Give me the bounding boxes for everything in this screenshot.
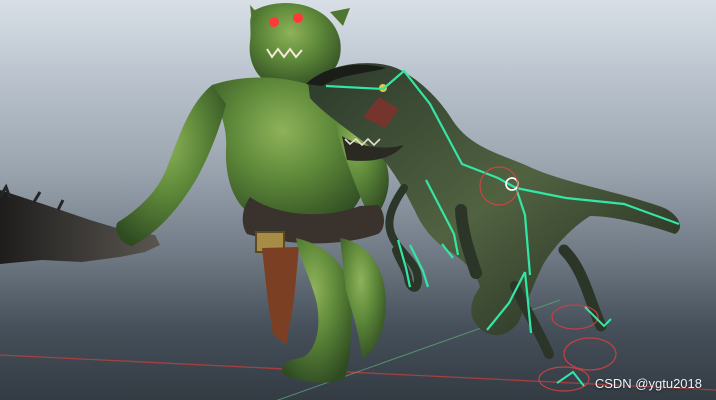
scene-canvas[interactable] [0,0,716,400]
3d-viewport[interactable]: CSDN @ygtu2018 [0,0,716,400]
orc-icon [116,3,389,383]
watermark-text: CSDN @ygtu2018 [594,376,702,391]
